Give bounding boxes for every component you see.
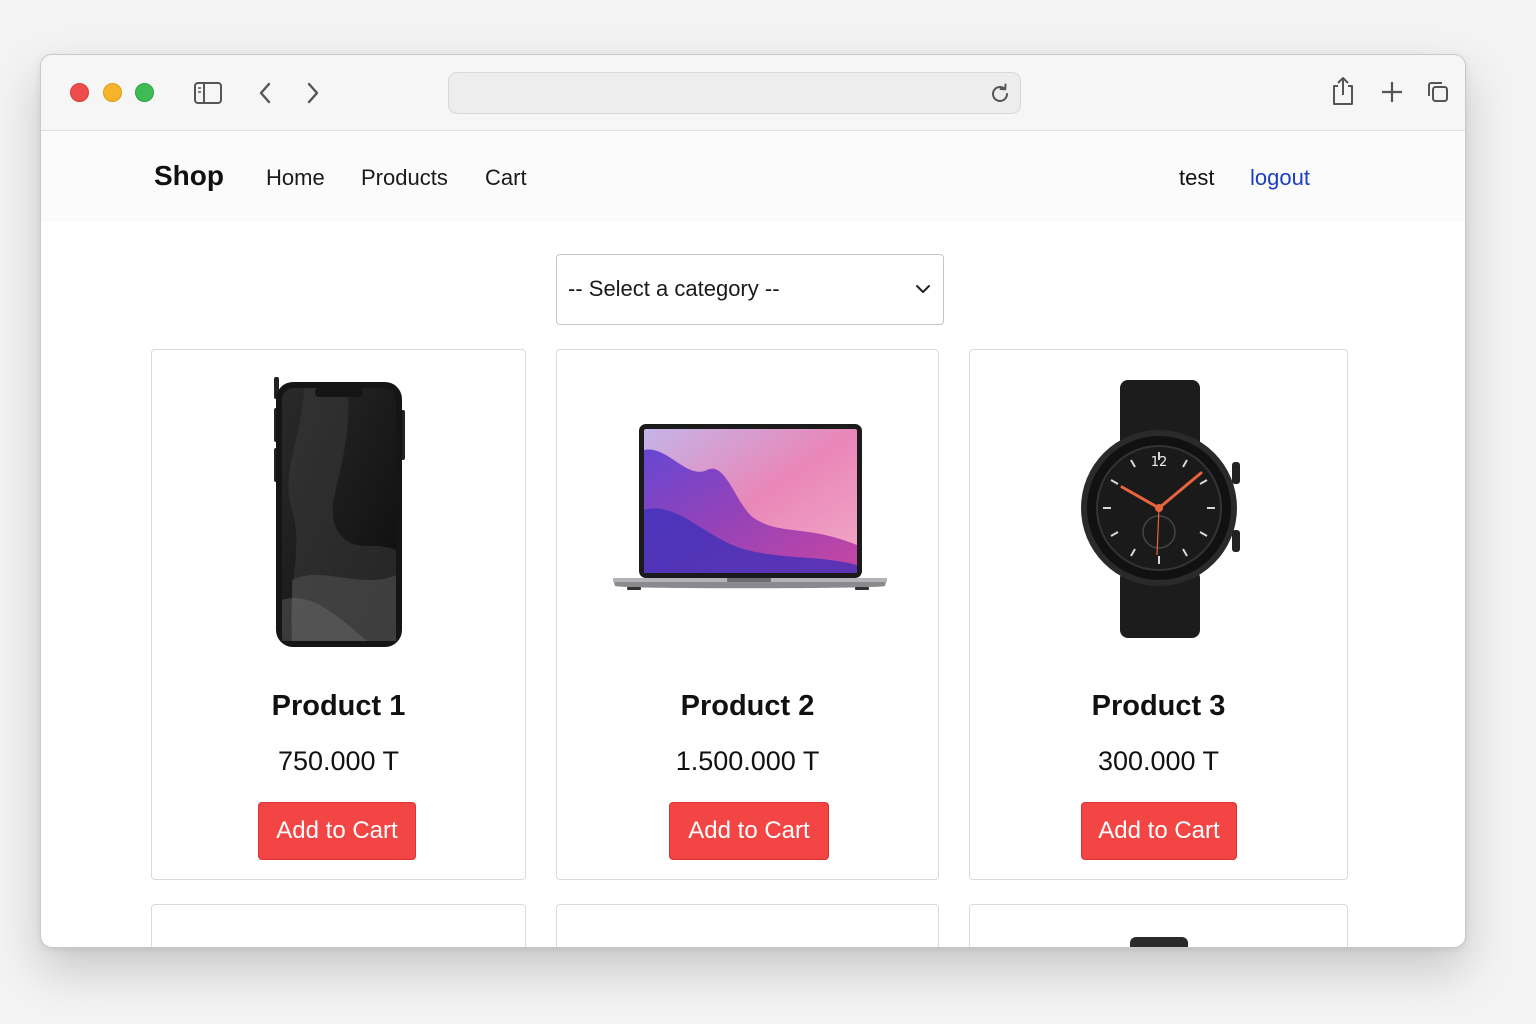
product-card	[556, 904, 939, 947]
logout-link[interactable]: logout	[1250, 165, 1310, 191]
share-icon[interactable]	[1329, 75, 1357, 107]
browser-toolbar	[41, 55, 1465, 131]
brand-logo[interactable]: Shop	[154, 160, 224, 192]
product-card	[151, 904, 526, 947]
product-price: 1.500.000 T	[675, 746, 820, 776]
svg-text:12: 12	[1151, 455, 1168, 470]
product-price: 750.000 T	[277, 746, 400, 776]
product-name[interactable]: Product 3	[970, 690, 1347, 723]
back-icon[interactable]	[255, 80, 275, 106]
smartphone-image[interactable]	[152, 350, 525, 670]
reload-icon[interactable]	[988, 82, 1012, 111]
nav-products-link[interactable]: Products	[361, 165, 448, 191]
tabs-overview-icon[interactable]	[1425, 79, 1451, 105]
product-price: 300.000 T	[1097, 746, 1220, 776]
site-navbar: Shop Home Products Cart test logout	[41, 132, 1465, 222]
forward-icon[interactable]	[303, 80, 323, 106]
add-to-cart-button[interactable]: Add to Cart	[669, 802, 829, 860]
nav-cart-link[interactable]: Cart	[485, 165, 527, 191]
username-label: test	[1179, 165, 1215, 190]
product-card: Product 2 1.500.000 T Add to Cart	[556, 349, 939, 880]
nav-home-link[interactable]: Home	[266, 165, 325, 191]
add-to-cart-button[interactable]: Add to Cart	[1081, 802, 1237, 860]
product-card: 12 Product 3 300.000 T Add to Cart	[969, 349, 1348, 880]
minimize-window-button[interactable]	[103, 83, 122, 102]
product-card: Product 1 750.000 T Add to Cart	[151, 349, 526, 880]
add-to-cart-button[interactable]: Add to Cart	[258, 802, 416, 860]
product-card	[969, 904, 1349, 948]
product-name[interactable]: Product 1	[152, 690, 525, 723]
new-tab-icon[interactable]	[1379, 79, 1405, 105]
address-bar[interactable]	[448, 72, 1021, 114]
product-name[interactable]: Product 2	[557, 690, 938, 723]
category-select[interactable]: -- Select a category --	[556, 254, 944, 325]
sidebar-icon[interactable]	[193, 80, 223, 106]
chevron-down-icon	[915, 282, 931, 300]
laptop-image[interactable]	[557, 350, 938, 670]
smartwatch-image[interactable]: 12	[970, 350, 1347, 670]
category-select-value: -- Select a category --	[568, 276, 780, 301]
close-window-button[interactable]	[70, 83, 89, 102]
browser-window: Shop Home Products Cart test logout -- S…	[40, 54, 1466, 948]
smartwatch-image[interactable]	[970, 905, 1349, 948]
zoom-window-button[interactable]	[135, 83, 154, 102]
